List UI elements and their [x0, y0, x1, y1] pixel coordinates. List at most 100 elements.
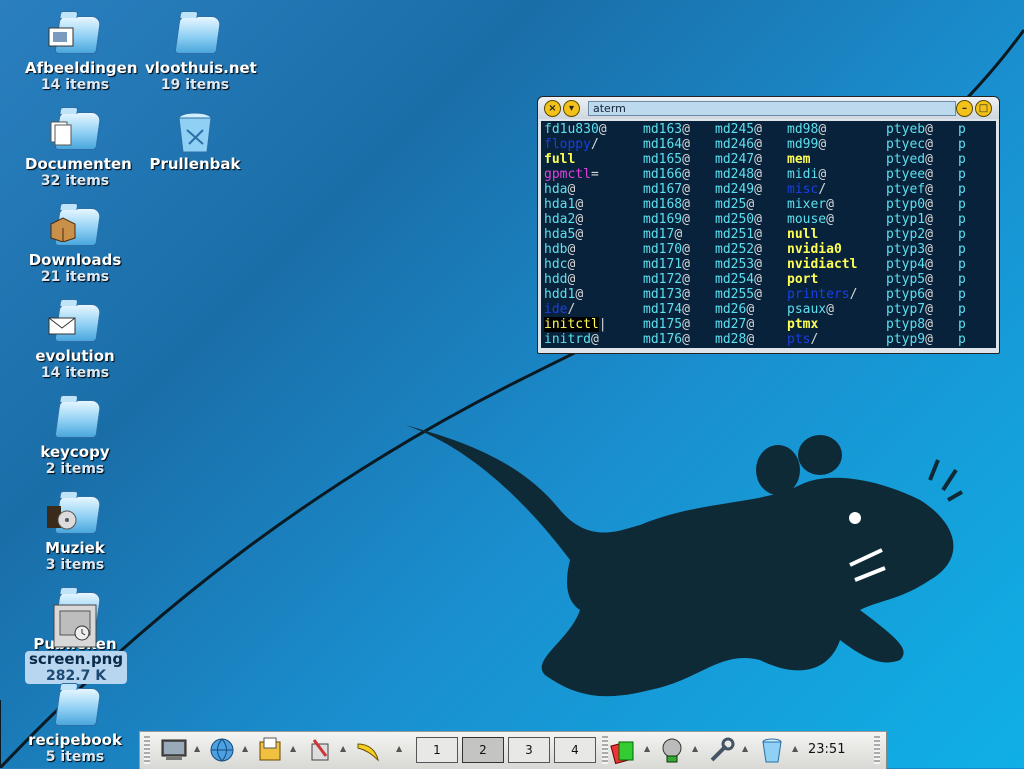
entry-name: initrd — [544, 332, 591, 347]
terminal-entry: null — [787, 227, 818, 242]
entry-type-suffix: | — [598, 317, 607, 332]
chevron-up-icon[interactable]: ▲ — [242, 745, 250, 753]
entry-type-suffix: @ — [826, 302, 834, 317]
entry-type-suffix: @ — [925, 167, 933, 182]
trash-icon[interactable] — [758, 736, 786, 764]
desktop-icon-keycopy[interactable]: keycopy 2 items — [25, 398, 125, 477]
entry-name: p — [958, 287, 966, 302]
close-icon[interactable]: × — [544, 100, 561, 117]
entry-type-suffix: @ — [925, 152, 933, 167]
terminal-output[interactable]: fd1u830@ md163@ md245@ md98@ ptyeb@ p floppy/m… — [541, 121, 996, 348]
entry-name: md251 — [715, 227, 755, 242]
entry-name: nvidiactl — [787, 257, 858, 272]
minimize-icon[interactable]: – — [956, 100, 973, 117]
desktop-icon-recipebook[interactable]: recipebook 5 items — [25, 686, 125, 765]
chevron-up-icon[interactable]: ▲ — [644, 745, 652, 753]
icon-label: Downloads — [28, 251, 122, 269]
monitor-icon[interactable] — [160, 736, 188, 764]
workspace-1-button[interactable]: 1 — [416, 737, 458, 763]
entry-type-suffix: @ — [598, 122, 607, 137]
desktop-icon-afbeeldingen[interactable]: Afbeeldingen 14 items — [25, 14, 138, 93]
menu-icon[interactable]: ▾ — [563, 100, 580, 117]
entry-name: psaux — [787, 302, 827, 317]
entry-name: ptyp0 — [886, 197, 926, 212]
entry-type-suffix: @ — [925, 212, 933, 227]
terminal-entry: md173@ — [643, 287, 690, 302]
terminal-entry: md245@ — [715, 122, 762, 137]
desktop-icon-screen-png[interactable]: screen.png 282.7 K — [25, 603, 128, 684]
desktop-icon-documenten[interactable]: Documenten 32 items — [25, 110, 132, 189]
file-manager-icon[interactable] — [256, 736, 284, 764]
terminal-entry: md25@ — [715, 197, 754, 212]
terminal-entry: p — [958, 182, 966, 197]
clock[interactable]: 23:51 — [808, 742, 845, 757]
terminal-entry: md172@ — [643, 272, 690, 287]
entry-type-suffix: @ — [754, 137, 762, 152]
chevron-up-icon[interactable]: ▲ — [290, 745, 298, 753]
desktop-icon-prullenbak[interactable]: Prullenbak — [145, 110, 245, 173]
entry-name: hda — [544, 182, 568, 197]
entry-name: p — [958, 122, 966, 137]
entry-name: md255 — [715, 287, 755, 302]
terminal-window[interactable]: × ▾ aterm – □ fd1u830@ md163@ md245@ md98@ p… — [537, 96, 1000, 354]
terminal-entry: p — [958, 122, 966, 137]
entry-name: printers — [787, 287, 850, 302]
chevron-up-icon[interactable]: ▲ — [692, 745, 700, 753]
entry-name: md163 — [643, 122, 683, 137]
terminal-entry: midi@ — [787, 167, 826, 182]
desktop-icon-downloads[interactable]: Downloads 21 items — [25, 206, 125, 285]
panel-handle[interactable] — [874, 736, 880, 764]
entry-type-suffix: @ — [826, 197, 834, 212]
entry-type-suffix: @ — [925, 287, 933, 302]
entry-name: md170 — [643, 242, 683, 257]
title-bar[interactable]: × ▾ aterm – □ — [538, 97, 999, 119]
toolbox-icon[interactable] — [306, 736, 334, 764]
terminal-entry: md253@ — [715, 257, 762, 272]
entry-name: ptyp3 — [886, 242, 926, 257]
entry-type-suffix: @ — [567, 242, 576, 257]
entry-type-suffix: @ — [682, 152, 690, 167]
desktop-icon-muziek[interactable]: Muziek 3 items — [25, 494, 125, 573]
entry-type-suffix: @ — [925, 317, 933, 332]
entry-name: md98 — [787, 122, 819, 137]
desktop-icon-vloothuis[interactable]: vloothuis.net 19 items — [145, 14, 257, 93]
network-monitor-icon[interactable] — [658, 736, 686, 764]
desktop-icon-evolution[interactable]: evolution 14 items — [25, 302, 125, 381]
card-game-icon[interactable] — [610, 736, 638, 765]
network-globe-icon[interactable] — [208, 736, 236, 764]
workspace-4-button[interactable]: 4 — [554, 737, 596, 763]
icon-count: 282.7 K — [46, 668, 107, 684]
terminal-entry: mem — [787, 152, 810, 167]
panel-separator[interactable] — [602, 736, 608, 764]
panel-handle[interactable] — [144, 736, 150, 764]
workspace-3-button[interactable]: 3 — [508, 737, 550, 763]
entry-type-suffix: @ — [682, 272, 690, 287]
entry-name: p — [958, 332, 966, 347]
entry-type-suffix: @ — [925, 332, 933, 347]
terminal-entry: mouse@ — [787, 212, 834, 227]
entry-name: ptyp9 — [886, 332, 926, 347]
terminal-entry: md169@ — [643, 212, 690, 227]
terminal-entry: ptyp7@ — [886, 302, 933, 317]
chevron-up-icon[interactable]: ▲ — [194, 745, 202, 753]
entry-type-suffix: @ — [682, 287, 690, 302]
settings-tools-icon[interactable] — [708, 736, 736, 764]
entry-type-suffix: @ — [754, 257, 762, 272]
entry-name: md245 — [715, 122, 755, 137]
entry-name: md25 — [715, 197, 747, 212]
chevron-up-icon[interactable]: ▲ — [792, 745, 800, 753]
terminal-entry: md168@ — [643, 197, 690, 212]
banana-icon[interactable] — [354, 736, 382, 764]
entry-type-suffix: @ — [682, 212, 690, 227]
maximize-icon[interactable]: □ — [975, 100, 992, 117]
entry-type-suffix: @ — [818, 167, 827, 182]
workspace-2-button[interactable]: 2 — [462, 737, 504, 763]
entry-name: hdc — [544, 257, 568, 272]
chevron-up-icon[interactable]: ▲ — [742, 745, 750, 753]
chevron-up-icon[interactable]: ▲ — [340, 745, 348, 753]
terminal-entry: p — [958, 332, 966, 347]
entry-name: md176 — [643, 332, 683, 347]
entry-type-suffix: @ — [925, 227, 933, 242]
entry-name: pts — [787, 332, 811, 347]
chevron-up-icon[interactable]: ▲ — [396, 745, 404, 753]
